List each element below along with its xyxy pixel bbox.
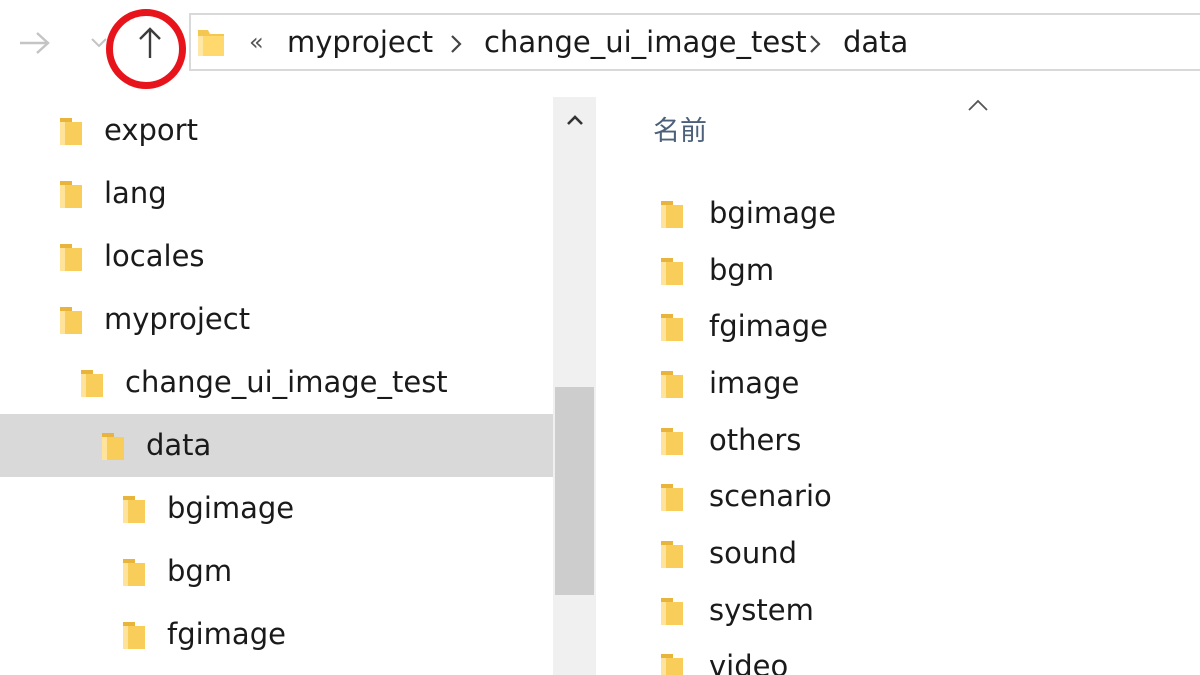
breadcrumb-data[interactable]: data (843, 25, 908, 59)
up-button[interactable] (127, 20, 173, 66)
navigation-toolbar: « myproject change_ui_image_test data (0, 0, 1200, 89)
item-name: fgimage (709, 309, 828, 343)
folder-icon (123, 559, 145, 586)
column-header-name[interactable]: 名前 (653, 115, 707, 149)
tree-item-label: bgimage (167, 491, 295, 525)
item-name: image (709, 366, 800, 400)
list-item[interactable]: fgimage (596, 298, 1200, 354)
folder-icon (661, 654, 683, 675)
breadcrumb-overflow[interactable]: « (249, 27, 264, 57)
folder-icon (81, 370, 103, 397)
sort-ascending-icon (968, 99, 988, 111)
tree-item-label: locales (104, 239, 205, 273)
chevron-right-icon[interactable] (808, 33, 822, 55)
tree-item-label: lang (104, 176, 167, 210)
folder-icon (661, 484, 683, 511)
chevron-up-icon (566, 115, 583, 125)
tree-item-label: myproject (104, 302, 251, 336)
tree-item-fgimage[interactable]: fgimage (0, 603, 553, 666)
chevron-down-icon (91, 38, 107, 48)
tree-item-myproject[interactable]: myproject (0, 288, 553, 351)
list-item[interactable]: sound (596, 525, 1200, 581)
forward-button[interactable] (12, 20, 58, 66)
tree-item-bgimage[interactable]: bgimage (0, 477, 553, 540)
folder-icon (102, 433, 124, 460)
item-name: video (709, 649, 789, 675)
chevron-right-icon[interactable] (449, 33, 463, 55)
arrow-up-icon (139, 27, 161, 58)
folder-icon (661, 428, 683, 455)
folder-icon (123, 496, 145, 523)
item-name: bgm (709, 253, 775, 287)
tree-item-locales[interactable]: locales (0, 225, 553, 288)
scroll-up-button[interactable] (553, 97, 596, 143)
tree-item-label: export (104, 113, 198, 147)
item-name: system (709, 593, 814, 627)
file-explorer-window: « myproject change_ui_image_test data ex… (0, 0, 1200, 675)
item-name: others (709, 423, 802, 457)
arrow-right-icon (20, 32, 50, 54)
folder-icon (198, 30, 224, 56)
list-item[interactable]: scenario (596, 468, 1200, 524)
tree-item-label: fgimage (167, 617, 286, 651)
folder-icon (661, 598, 683, 625)
breadcrumb-myproject[interactable]: myproject (287, 25, 433, 59)
folder-icon (123, 622, 145, 649)
item-name: scenario (709, 479, 832, 513)
list-item[interactable]: bgimage (596, 185, 1200, 241)
address-bar[interactable]: « myproject change_ui_image_test data (189, 13, 1200, 71)
tree-item-label: change_ui_image_test (125, 365, 448, 399)
list-item[interactable]: others (596, 412, 1200, 468)
recent-locations-button[interactable] (76, 20, 122, 66)
folder-icon (661, 371, 683, 398)
breadcrumb-change-ui-image-test[interactable]: change_ui_image_test (484, 25, 807, 59)
folder-icon (661, 314, 683, 341)
tree-item-label: bgm (167, 554, 233, 588)
tree-item-label: data (146, 428, 212, 462)
folder-icon (661, 258, 683, 285)
tree-item-lang[interactable]: lang (0, 162, 553, 225)
folder-icon (60, 307, 82, 334)
scroll-thumb[interactable] (555, 387, 594, 595)
folder-icon (661, 541, 683, 568)
tree-item-bgm[interactable]: bgm (0, 540, 553, 603)
folder-icon (60, 181, 82, 208)
list-item[interactable]: video (596, 638, 1200, 675)
list-item[interactable]: bgm (596, 242, 1200, 298)
folder-icon (60, 118, 82, 145)
content-pane: 名前 bgimage bgm fgimage image others scen… (596, 97, 1200, 675)
navigation-pane: export lang locales myproject change_ui_… (0, 97, 553, 675)
tree-item-data[interactable]: data (0, 414, 553, 477)
folder-icon (60, 244, 82, 271)
item-name: sound (709, 536, 798, 570)
tree-item-change-ui-image-test[interactable]: change_ui_image_test (0, 351, 553, 414)
list-item[interactable]: image (596, 355, 1200, 411)
tree-item-export[interactable]: export (0, 99, 553, 162)
nav-pane-scrollbar[interactable] (553, 97, 596, 675)
folder-icon (661, 201, 683, 228)
list-item[interactable]: system (596, 582, 1200, 638)
item-name: bgimage (709, 196, 837, 230)
